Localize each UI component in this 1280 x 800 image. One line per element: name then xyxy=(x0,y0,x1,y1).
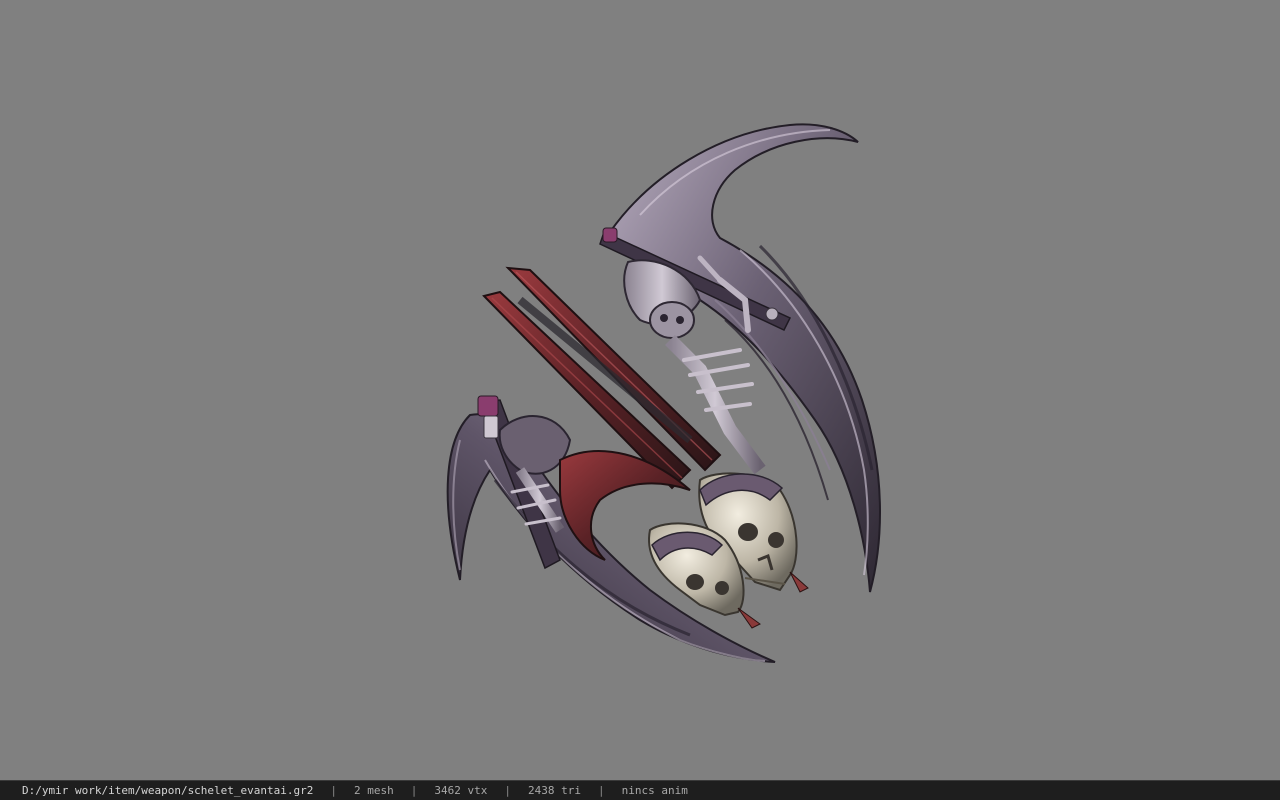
status-separator: | xyxy=(330,784,338,797)
status-separator: | xyxy=(410,784,418,797)
status-bar: D:/ymir work/item/weapon/schelet_evantai… xyxy=(0,780,1280,800)
mesh-count-label: 2 mesh xyxy=(354,784,394,797)
weapon-model-render[interactable] xyxy=(0,0,1280,780)
status-separator: | xyxy=(598,784,605,797)
triangle-count-label: 2438 tri xyxy=(528,784,581,797)
status-separator: | xyxy=(504,784,512,797)
vertex-count-label: 3462 vtx xyxy=(434,784,488,797)
file-path-label: D:/ymir work/item/weapon/schelet_evantai… xyxy=(22,784,314,797)
animation-status-label: nincs anim xyxy=(621,784,688,797)
3d-viewport[interactable] xyxy=(0,0,1280,780)
